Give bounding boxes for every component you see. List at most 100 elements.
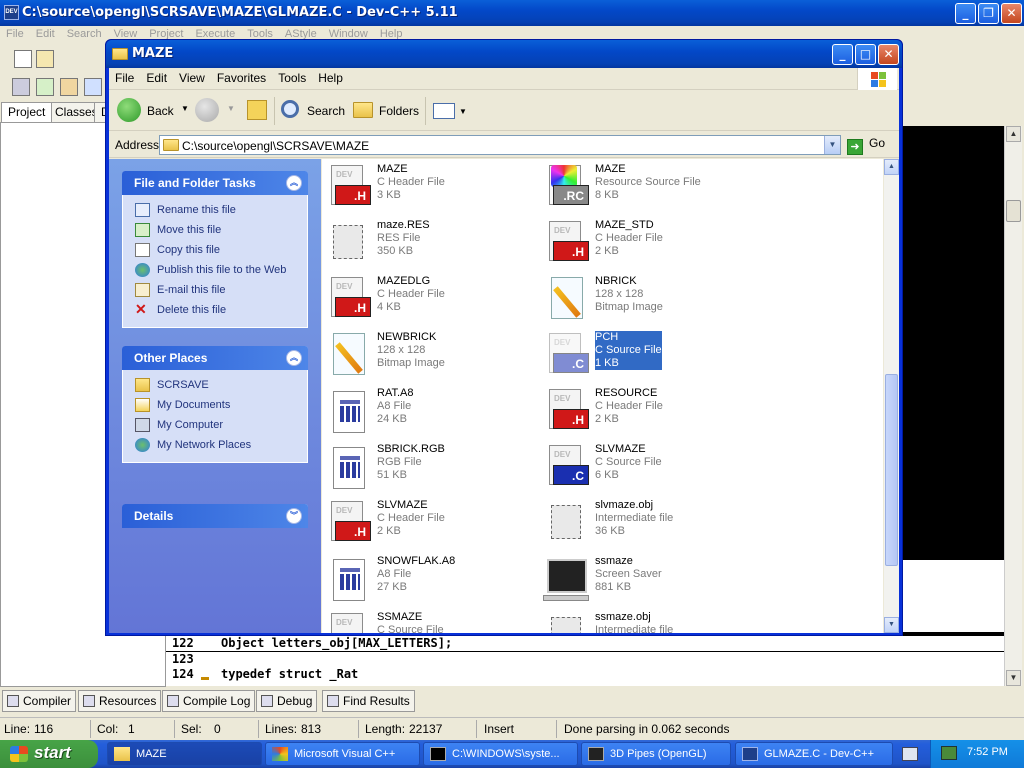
editor-scrollbar[interactable]: ▲ ▼ [1004,126,1022,686]
publish-web-link[interactable]: Publish this file to the Web [133,261,307,281]
file-item[interactable]: slvmaze.obj Intermediate file 36 KB [543,497,743,549]
expand-chevron-icon[interactable]: ︾ [286,508,302,524]
scroll-down-arrow-icon[interactable]: ▼ [884,617,899,633]
menu-window[interactable]: Window [323,26,374,40]
file-item[interactable]: ssmaze Screen Saver 881 KB [543,553,743,605]
forward-arrow-icon[interactable] [195,98,219,122]
scroll-up-arrow-icon[interactable]: ▲ [1006,126,1021,142]
up-folder-icon[interactable] [247,100,267,120]
tab-compile-log[interactable]: Compile Log [162,690,256,712]
tab-find-results[interactable]: Find Results [322,690,415,712]
menu-edit[interactable]: Edit [30,26,61,40]
file-item[interactable]: DEV.C SSMAZEC Source File [325,609,525,633]
file-item[interactable]: maze.RES RES File 350 KB [325,217,525,269]
file-item-selected[interactable]: DEV .C PCH C Source File 1 KB [543,329,743,381]
other-places-header[interactable]: Other Places ︽ [122,346,308,370]
minimize-button[interactable]: _ [955,3,976,24]
views-icon[interactable] [433,103,455,119]
file-item[interactable]: ssmaze.obj Intermediate file [543,609,743,633]
network-tray-icon[interactable] [941,746,957,760]
file-item[interactable]: RAT.A8 A8 File 24 KB [325,385,525,437]
new-file-icon[interactable] [14,50,32,68]
scroll-thumb[interactable] [1006,200,1021,222]
menu-help[interactable]: Help [374,26,409,40]
menu-project[interactable]: Project [143,26,189,40]
file-item[interactable]: DEV .H MAZEDLG C Header File 4 KB [325,273,525,325]
file-item[interactable]: DEV .H SLVMAZE C Header File 2 KB [325,497,525,549]
explorer-minimize-button[interactable]: _ [832,44,853,65]
go-button[interactable]: ➜ Go [847,136,885,155]
ex-menu-help[interactable]: Help [312,68,349,85]
ex-menu-view[interactable]: View [173,68,211,85]
devcpp-title-bar[interactable]: DEV C:\source\opengl\SCRSAVE\MAZE\GLMAZE… [0,0,1024,26]
file-item[interactable]: DEV .H MAZE_STD C Header File 2 KB [543,217,743,269]
clock[interactable]: 7:52 PM [967,746,1008,758]
file-item[interactable]: DEV .H MAZE C Header File 3 KB [325,161,525,213]
restore-button[interactable]: ❐ [978,3,999,24]
class-icon[interactable] [84,78,102,96]
task-devcpp[interactable]: GLMAZE.C - Dev-C++ [735,742,893,766]
file-item[interactable]: SNOWFLAK.A8 A8 File 27 KB [325,553,525,605]
tab-resources[interactable]: Resources [78,690,162,712]
keyboard-icon[interactable] [902,747,918,761]
task-maze[interactable]: MAZE [107,742,262,766]
file-folder-tasks-header[interactable]: File and Folder Tasks ︽ [122,171,308,195]
collapse-chevron-icon[interactable]: ︽ [286,175,302,191]
explorer-close-button[interactable]: ✕ [878,44,899,65]
file-item[interactable]: SBRICK.RGB RGB File 51 KB [325,441,525,493]
views-dropdown-icon[interactable]: ▼ [459,107,467,116]
scroll-down-arrow-icon[interactable]: ▼ [1006,670,1021,686]
explorer-title-bar[interactable]: MAZE _ □ ✕ [106,40,902,68]
file-list-scrollbar[interactable]: ▲ ▼ [884,159,899,633]
ex-menu-edit[interactable]: Edit [140,68,173,85]
start-button[interactable]: start [0,740,98,768]
menu-view[interactable]: View [108,26,144,40]
bookmark-icon[interactable] [60,78,78,96]
scroll-up-arrow-icon[interactable]: ▲ [884,159,899,175]
address-dropdown-icon[interactable]: ▼ [824,136,840,154]
place-my-network[interactable]: My Network Places [133,436,307,456]
menu-astyle[interactable]: AStyle [279,26,323,40]
code-line[interactable]: 124 typedef struct _Rat [166,667,1004,686]
task-3d-pipes[interactable]: 3D Pipes (OpenGL) [581,742,731,766]
details-header[interactable]: Details ︾ [122,504,308,528]
place-my-documents[interactable]: My Documents [133,396,307,416]
delete-file-link[interactable]: ✕ Delete this file [133,301,307,321]
ex-menu-file[interactable]: File [109,68,140,85]
scroll-thumb[interactable] [885,374,898,566]
move-file-link[interactable]: Move this file [133,221,307,241]
ex-menu-tools[interactable]: Tools [272,68,312,85]
task-visual-cpp[interactable]: Microsoft Visual C++ [265,742,420,766]
email-file-link[interactable]: E-mail this file [133,281,307,301]
place-scrsave[interactable]: SCRSAVE [133,376,307,396]
menu-tools[interactable]: Tools [241,26,279,40]
indent-icon[interactable] [12,78,30,96]
rename-file-link[interactable]: Rename this file [133,201,307,221]
menu-execute[interactable]: Execute [189,26,241,40]
file-item[interactable]: DEV .C SLVMAZE C Source File 6 KB [543,441,743,493]
back-dropdown-icon[interactable]: ▼ [181,104,189,113]
ex-menu-favorites[interactable]: Favorites [211,68,272,85]
open-file-icon[interactable] [36,50,54,68]
file-list[interactable]: DEV .H MAZE C Header File 3 KB .RC MAZE Reso… [322,159,883,633]
tab-compiler[interactable]: Compiler [2,690,77,712]
task-cmd[interactable]: C:\WINDOWS\syste... [423,742,578,766]
file-item[interactable]: .RC MAZE Resource Source File 8 KB [543,161,743,213]
address-input[interactable]: C:\source\opengl\SCRSAVE\MAZE ▼ [159,135,841,155]
goto-icon[interactable] [36,78,54,96]
forward-dropdown-icon[interactable]: ▼ [227,104,235,113]
menu-file[interactable]: File [0,26,30,40]
close-button[interactable]: ✕ [1001,3,1022,24]
explorer-maximize-button[interactable]: □ [855,44,876,65]
menu-search[interactable]: Search [61,26,108,40]
copy-file-link[interactable]: Copy this file [133,241,307,261]
file-item[interactable]: NBRICK 128 x 128 Bitmap Image [543,273,743,325]
code-line[interactable]: 122 Object letters_obj[MAX_LETTERS]; [166,636,1004,651]
tab-debug-output[interactable]: Debug [256,690,318,712]
file-item[interactable]: DEV .H RESOURCE C Header File 2 KB [543,385,743,437]
code-line[interactable]: 123 [166,652,1004,667]
tab-project[interactable]: Project [1,102,53,122]
place-my-computer[interactable]: My Computer [133,416,307,436]
file-item[interactable]: NEWBRICK 128 x 128 Bitmap Image [325,329,525,381]
collapse-chevron-icon[interactable]: ︽ [286,350,302,366]
